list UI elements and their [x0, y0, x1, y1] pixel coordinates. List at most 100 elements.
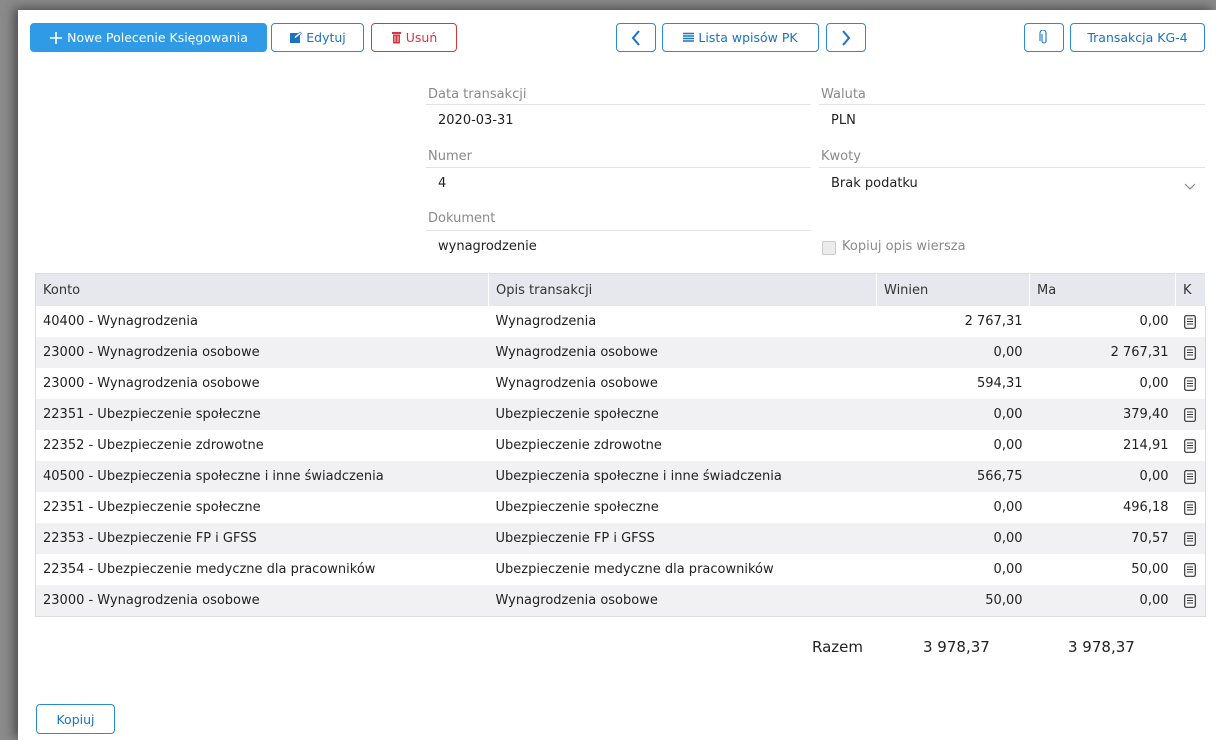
new-entry-label: Nowe Polecenie Księgowania: [67, 30, 248, 45]
cell-credit: 496,18: [1123, 500, 1169, 515]
cell-description: Ubezpieczenie społeczne: [495, 500, 659, 515]
document-icon[interactable]: [1184, 562, 1197, 577]
cell-debit: 50,00: [876, 585, 1030, 617]
currency-label: Waluta: [821, 87, 866, 102]
document-icon[interactable]: [1184, 345, 1197, 360]
number-label: Numer: [428, 149, 472, 164]
delete-button[interactable]: Usuń: [371, 23, 457, 52]
copy-button[interactable]: Kopiuj: [36, 704, 115, 734]
cell-description: Wynagrodzenia osobowe: [488, 337, 877, 368]
delete-label: Usuń: [405, 30, 438, 45]
date-field[interactable]: 2020-03-31: [426, 104, 811, 134]
cell-account: 23000 - Wynagrodzenia osobowe: [43, 376, 260, 391]
document-icon[interactable]: [1184, 593, 1197, 608]
cell-description: Ubezpieczenia społeczne i inne świadczen…: [488, 461, 877, 492]
chevron-left-icon: [631, 29, 640, 46]
cell-k: [1175, 399, 1206, 430]
cell-credit: 0,00: [1139, 376, 1169, 391]
cell-credit: 214,91: [1123, 438, 1169, 453]
transaction-button[interactable]: Transakcja KG-4: [1070, 23, 1205, 52]
copy-description-label: Kopiuj opis wiersza: [842, 239, 966, 254]
header-account[interactable]: Konto: [35, 273, 489, 306]
plus-icon: [50, 31, 63, 44]
table-row[interactable]: 22351 - Ubezpieczenie społeczne Ubezpiecz…: [36, 492, 1206, 523]
copy-description-checkbox[interactable]: [822, 241, 836, 255]
document-icon[interactable]: [1184, 376, 1197, 391]
document-icon[interactable]: [1184, 438, 1197, 453]
document-label: Dokument: [428, 211, 496, 226]
cell-account: 23000 - Wynagrodzenia osobowe: [35, 585, 489, 617]
cell-k: [1176, 492, 1206, 523]
table-row[interactable]: 23000 - Wynagrodzenia osobowe Wynagrodzen…: [35, 337, 1206, 368]
edit-icon: [290, 31, 303, 43]
document-field[interactable]: wynagrodzenie: [426, 230, 811, 260]
previous-button[interactable]: [616, 23, 656, 52]
cell-credit: 0,00: [1139, 314, 1169, 329]
date-label: Data transakcji: [428, 87, 527, 102]
entry-list-label: Lista wpisów PK: [698, 30, 798, 45]
cell-debit: 0,00: [993, 438, 1023, 453]
cell-description: Wynagrodzenia osobowe: [495, 376, 658, 391]
cell-description: Ubezpieczenie społeczne: [488, 399, 877, 430]
cell-description: Ubezpieczenie FP i GFSS: [488, 523, 877, 554]
copy-label: Kopiuj: [56, 711, 95, 727]
table-row[interactable]: 22353 - Ubezpieczenie FP i GFSS Ubezpiecz…: [35, 523, 1206, 554]
cell-debit: 0,00: [876, 523, 1030, 554]
cell-debit: 0,00: [993, 562, 1023, 577]
edit-label: Edytuj: [306, 30, 346, 45]
table-row[interactable]: 22351 - Ubezpieczenie społeczne Ubezpiecz…: [35, 399, 1206, 430]
document-icon[interactable]: [1184, 469, 1197, 484]
cell-credit: 0,00: [1029, 585, 1176, 617]
totals-debit: 3 978,37: [923, 638, 990, 656]
document-icon[interactable]: [1184, 407, 1197, 422]
transaction-label: Transakcja KG-4: [1087, 30, 1188, 45]
attachment-button[interactable]: [1024, 23, 1064, 52]
cell-credit: 50,00: [1131, 562, 1169, 577]
table-row[interactable]: 22352 - Ubezpieczenie zdrowotne Ubezpiecz…: [36, 430, 1206, 461]
table-row[interactable]: 40400 - Wynagrodzenia Wynagrodzenia 2 767,…: [36, 306, 1206, 337]
cell-account: 22351 - Ubezpieczenie społeczne: [35, 399, 489, 430]
cell-k: [1175, 585, 1206, 617]
cell-description: Ubezpieczenie medyczne dla pracowników: [495, 562, 774, 577]
cell-account: 40500 - Ubezpieczenia społeczne i inne ś…: [35, 461, 489, 492]
cell-account: 22351 - Ubezpieczenie społeczne: [43, 500, 261, 515]
cell-debit: 594,31: [977, 376, 1023, 391]
cell-account: 22354 - Ubezpieczenie medyczne dla praco…: [43, 562, 376, 577]
cell-k: [1176, 306, 1206, 337]
table-row[interactable]: 22354 - Ubezpieczenie medyczne dla praco…: [36, 554, 1206, 585]
paperclip-icon: [1039, 30, 1047, 44]
new-entry-button[interactable]: Nowe Polecenie Księgowania: [30, 23, 267, 52]
amounts-select[interactable]: Brak podatku: [819, 167, 1205, 197]
chevron-right-icon: [842, 29, 851, 46]
document-icon[interactable]: [1184, 531, 1197, 546]
entry-list-button[interactable]: Lista wpisów PK: [662, 23, 819, 52]
currency-field[interactable]: PLN: [819, 104, 1205, 134]
cell-debit: 2 767,31: [964, 314, 1023, 329]
number-field[interactable]: 4: [426, 167, 811, 197]
cell-credit: 379,40: [1029, 399, 1176, 430]
table-row[interactable]: 40500 - Ubezpieczenia społeczne i inne ś…: [35, 461, 1206, 492]
document-icon[interactable]: [1184, 500, 1197, 515]
amounts-label: Kwoty: [821, 149, 861, 164]
cell-debit: 566,75: [876, 461, 1030, 492]
header-debit[interactable]: Winien: [876, 273, 1030, 306]
cell-k: [1176, 368, 1206, 399]
cell-account: 22352 - Ubezpieczenie zdrowotne: [43, 438, 264, 453]
cell-k: [1175, 523, 1206, 554]
cell-description: Wynagrodzenia: [495, 314, 597, 329]
edit-button[interactable]: Edytuj: [271, 23, 364, 52]
chevron-down-icon[interactable]: [1184, 183, 1196, 191]
cell-debit: 0,00: [876, 399, 1030, 430]
next-button[interactable]: [826, 23, 866, 52]
header-description[interactable]: Opis transakcji: [488, 273, 877, 306]
table-row[interactable]: 23000 - Wynagrodzenia osobowe Wynagrodzen…: [36, 368, 1206, 399]
table-header-row: Konto Opis transakcji Winien Ma K: [35, 273, 1206, 306]
cell-account: 40400 - Wynagrodzenia: [43, 314, 198, 329]
document-icon[interactable]: [1184, 314, 1197, 329]
journal-entry-panel: Nowe Polecenie Księgowania Edytuj Usuń L…: [18, 10, 1216, 740]
list-icon: [683, 32, 695, 42]
totals-credit: 3 978,37: [1068, 638, 1135, 656]
header-credit[interactable]: Ma: [1029, 273, 1176, 306]
cell-k: [1175, 337, 1206, 368]
table-row[interactable]: 23000 - Wynagrodzenia osobowe Wynagrodzen…: [35, 585, 1206, 617]
